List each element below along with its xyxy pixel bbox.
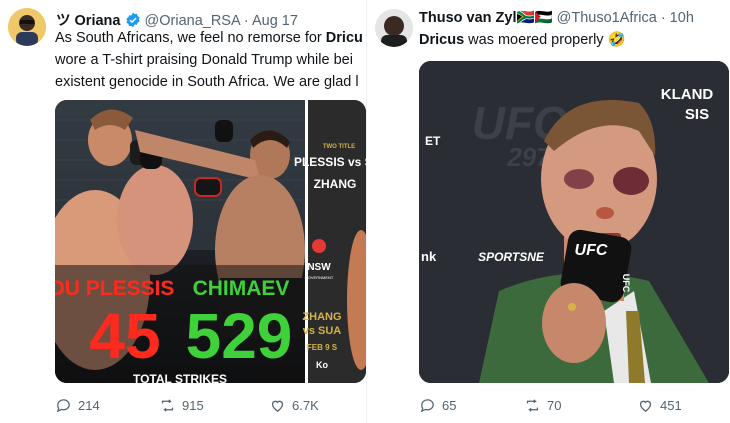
- sponsor-text: SPORTSNE: [478, 250, 545, 264]
- fighter2-strikes: 529: [186, 300, 293, 372]
- author-name[interactable]: Thuso van Zyl: [419, 10, 517, 26]
- like-icon: [271, 400, 284, 412]
- nsw-logo-icon: [312, 239, 326, 253]
- like-button[interactable]: 451: [637, 397, 682, 414]
- repost-count: 915: [182, 398, 204, 413]
- backdrop-text2: SIS: [685, 106, 709, 123]
- poster-bottom2: vs SUA: [303, 325, 342, 337]
- reply-button[interactable]: 65: [419, 397, 524, 414]
- fighter1-name: DU PLESSIS: [55, 277, 174, 300]
- repost-icon: [526, 399, 539, 412]
- mic-side: UFC: [621, 274, 631, 293]
- edge-text1: ET: [425, 134, 441, 148]
- total-strikes-label: TOTAL STRIKES: [133, 372, 227, 383]
- reply-count: 65: [442, 398, 457, 413]
- poster-corner: Ko: [316, 360, 328, 370]
- reply-button[interactable]: 214: [55, 397, 159, 414]
- like-count: 6.7K: [292, 398, 319, 413]
- tweet-actions: 214 915 6.7K: [55, 397, 319, 414]
- tweet-oriana[interactable]: ツ Oriana @Oriana_RSA · Aug 17 As South A…: [0, 0, 366, 423]
- edge-text2: nk: [421, 249, 437, 264]
- poster-bottom1: ZHANG: [302, 311, 341, 323]
- poster-nsw: NSW: [307, 262, 331, 273]
- poster-sub: ZHANG: [314, 177, 357, 191]
- reply-count: 214: [78, 398, 100, 413]
- tweet-text: As South Africans, we feel no remorse fo…: [55, 30, 363, 90]
- fight-stats-image: DU PLESSIS 45 CHIMAEV 529 TOTAL STRIKES …: [55, 100, 366, 383]
- like-icon: [639, 400, 652, 412]
- poster-title: PLESSIS vs ST: [294, 155, 366, 169]
- tweet-image[interactable]: UFC 297 KLAND SIS ET nk SPORTSNE UFC UFC: [419, 61, 729, 383]
- fighter2-name: CHIMAEV: [193, 277, 290, 300]
- tweet-actions: 65 70 451: [419, 397, 682, 414]
- poster-date: FEB 9 S: [307, 343, 338, 352]
- mic-ufc: UFC: [575, 242, 608, 259]
- tweet-text: Dricus was moered properly 🤣: [419, 32, 626, 48]
- reply-icon: [420, 399, 434, 413]
- tweet-time[interactable]: · 10h: [661, 10, 694, 26]
- avatar[interactable]: [8, 8, 46, 46]
- poster-small: TWO TITLE: [323, 144, 355, 150]
- backdrop-text1: KLAND: [661, 86, 714, 103]
- avatar[interactable]: [375, 9, 413, 47]
- like-button[interactable]: 6.7K: [269, 397, 319, 414]
- fighter1-strikes: 45: [89, 300, 160, 372]
- reply-icon: [56, 399, 70, 413]
- poster-gov: GOVERNMENT: [305, 275, 334, 280]
- repost-count: 70: [547, 398, 562, 413]
- like-count: 451: [660, 398, 682, 413]
- repost-button[interactable]: 915: [159, 397, 269, 414]
- tweet-header: Thuso van Zyl🇿🇦🇵🇸 @Thuso1Africa · 10h: [419, 9, 694, 26]
- repost-icon: [161, 399, 174, 412]
- flags: 🇿🇦🇵🇸: [516, 10, 553, 26]
- author-handle[interactable]: @Thuso1Africa: [557, 10, 657, 26]
- tweet-image[interactable]: DU PLESSIS 45 CHIMAEV 529 TOTAL STRIKES …: [55, 100, 366, 383]
- tweet-thuso[interactable]: Thuso van Zyl🇿🇦🇵🇸 @Thuso1Africa · 10h Dr…: [366, 0, 730, 423]
- post-fight-interview-image: UFC 297 KLAND SIS ET nk SPORTSNE UFC UFC: [419, 61, 729, 383]
- repost-button[interactable]: 70: [524, 397, 637, 414]
